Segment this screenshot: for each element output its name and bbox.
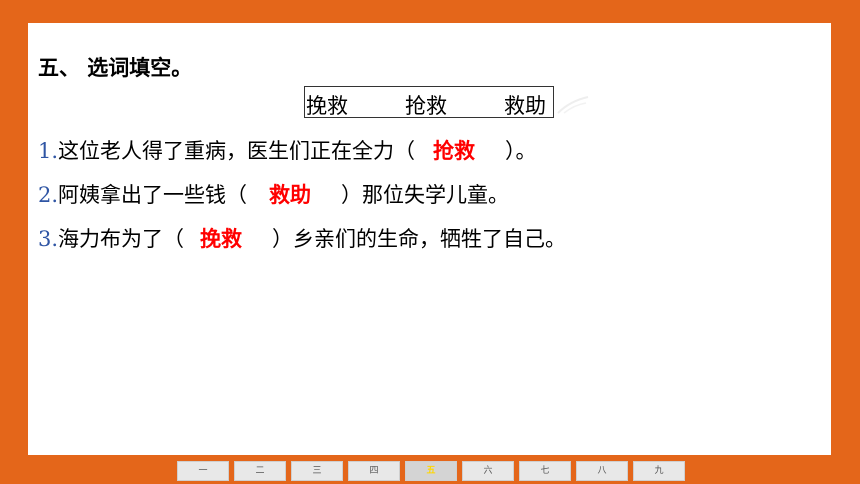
word-option: 救助 (504, 94, 546, 118)
nav-button-1[interactable]: 一 (177, 461, 229, 481)
word-option: 挽救 (306, 94, 348, 118)
sentence-text: 这位老人得了重病，医生们正在全力（ (58, 139, 416, 163)
sentence-1: 1.这位老人得了重病，医生们正在全力（ 抢救 ）。 (38, 136, 537, 166)
nav-button-5[interactable]: 五 (405, 461, 457, 481)
content-panel: 五、 选词填空。 挽救 抢救 救助 1.这位老人得了重病，医生们正在全力（ 抢救 ）… (28, 23, 831, 455)
sentence-number: 2. (38, 183, 59, 207)
sentence-text: ）那位失学儿童。 (341, 183, 510, 207)
nav-button-3[interactable]: 三 (291, 461, 343, 481)
sentence-3: 3.海力布为了（ 挽救 ）乡亲们的生命，牺牲了自己。 (38, 224, 566, 254)
nav-button-8[interactable]: 八 (576, 461, 628, 481)
nav-button-9[interactable]: 九 (633, 461, 685, 481)
sentence-number: 3. (38, 227, 59, 251)
section-heading: 五、 选词填空。 (38, 56, 193, 80)
answer-text: 救助 (269, 183, 312, 207)
nav-button-7[interactable]: 七 (519, 461, 571, 481)
sentence-text: 阿姨拿出了一些钱（ (58, 183, 248, 207)
sentence-number: 1. (38, 139, 59, 163)
sentence-text: ）。 (505, 139, 537, 163)
sentence-2: 2.阿姨拿出了一些钱（ 救助 ）那位失学儿童。 (38, 180, 509, 210)
section-nav: 一 二 三 四 五 六 七 八 九 (0, 461, 860, 481)
sentence-text: 海力布为了（ (58, 227, 185, 251)
sentence-text: ）乡亲们的生命，牺牲了自己。 (272, 227, 567, 251)
word-bank: 挽救 抢救 救助 (304, 86, 554, 118)
nav-button-6[interactable]: 六 (462, 461, 514, 481)
answer-text: 抢救 (433, 139, 476, 163)
word-option: 抢救 (405, 94, 447, 118)
decoration-icon (557, 96, 589, 114)
nav-button-2[interactable]: 二 (234, 461, 286, 481)
answer-text: 挽救 (200, 227, 243, 251)
nav-button-4[interactable]: 四 (348, 461, 400, 481)
